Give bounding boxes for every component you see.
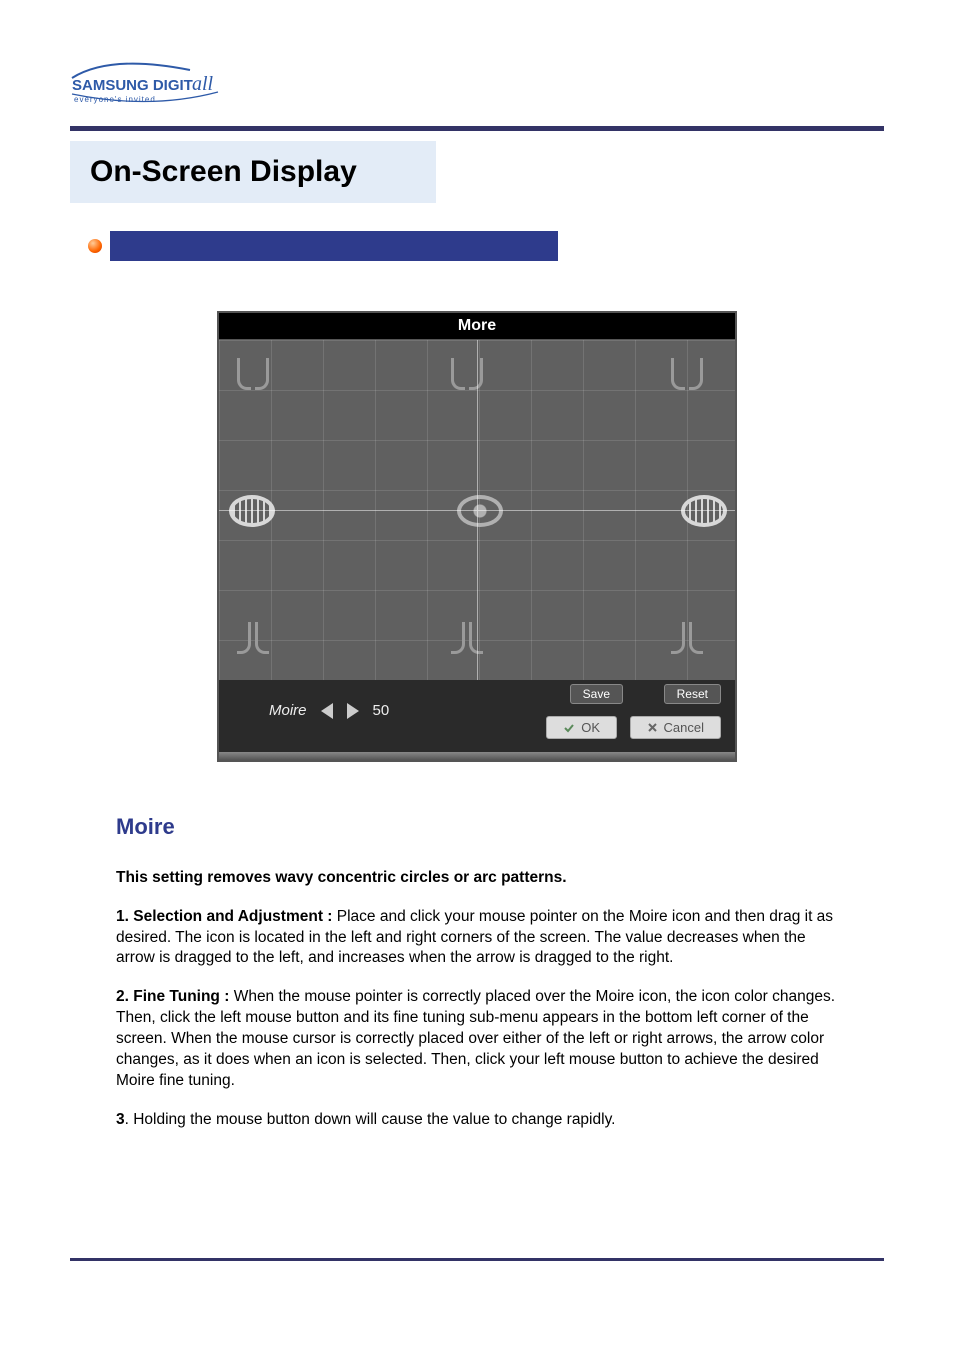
section-intro: This setting removes wavy concentric cir… [116,868,838,889]
increase-arrow-icon[interactable] [347,703,359,719]
bottom-divider [70,1258,884,1261]
moire-icon-left[interactable] [229,495,275,527]
page-title: On-Screen Display [90,155,864,189]
ok-button[interactable]: OK [546,716,617,739]
save-button[interactable]: Save [570,684,623,704]
osd-grid[interactable] [219,340,735,680]
svg-text:SAMSUNG DIGIT: SAMSUNG DIGIT [72,77,193,94]
osd-param-name: Moire [269,702,307,719]
paragraph-2: 2. Fine Tuning : When the mouse pointer … [116,987,838,1092]
osd-controls: Save Reset Moire 50 OK Cancel [219,680,735,752]
section-bar-fill [110,231,558,261]
moire-icon-center[interactable] [457,495,503,527]
brand-logo: SAMSUNG DIGIT all everyone's invited [70,60,884,106]
paragraph-1: 1. Selection and Adjustment : Place and … [116,907,838,970]
osd-footer [219,752,735,760]
section-heading: Moire [116,812,838,842]
osd-param: Moire 50 [269,702,389,719]
top-divider [70,126,884,131]
cancel-button[interactable]: Cancel [630,716,721,739]
moire-icon-right[interactable] [681,495,727,527]
decrease-arrow-icon[interactable] [321,703,333,719]
paragraph-3: 3. Holding the mouse button down will ca… [116,1110,838,1131]
osd-title: More [219,313,735,340]
svg-text:all: all [192,73,214,95]
osd-panel: More Save Reset Moire [217,311,737,762]
section-bar [70,231,884,261]
close-icon [647,722,658,733]
bullet-icon [88,239,102,253]
page-title-banner: On-Screen Display [70,141,884,203]
body-content: Moire This setting removes wavy concentr… [70,812,884,1131]
check-icon [563,722,575,734]
osd-param-value: 50 [373,702,390,719]
reset-button[interactable]: Reset [664,684,721,704]
